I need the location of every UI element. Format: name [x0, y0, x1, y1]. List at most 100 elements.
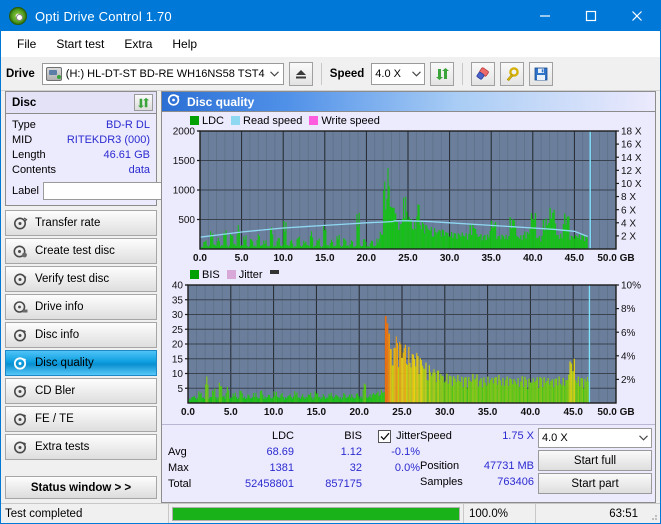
- svg-text:0.0: 0.0: [193, 253, 207, 264]
- svg-text:45.0: 45.0: [563, 407, 583, 418]
- status-window-button[interactable]: Status window > >: [5, 476, 157, 499]
- sidebar-item-create-test-disc[interactable]: Create test disc: [5, 238, 157, 264]
- maximize-button[interactable]: [568, 1, 614, 31]
- svg-text:8 X: 8 X: [621, 192, 636, 203]
- svg-text:50.0 GB: 50.0 GB: [597, 253, 634, 264]
- svg-text:40.0: 40.0: [523, 253, 543, 264]
- legend-swatch-bis: [190, 270, 199, 279]
- stats-max-ldc: 1381: [269, 462, 294, 474]
- test-speed-select[interactable]: 4.0 X: [538, 428, 652, 448]
- sidebar-item-extra-tests[interactable]: Extra tests: [5, 434, 157, 460]
- svg-text:4 X: 4 X: [621, 218, 636, 229]
- refresh-drive-button[interactable]: [430, 61, 455, 86]
- legend-label: Read speed: [243, 114, 303, 127]
- test-speed-value: 4.0 X: [542, 432, 568, 444]
- disc-row-contents: Contents data: [12, 163, 150, 178]
- disc-quality-icon: [167, 93, 181, 110]
- start-part-button[interactable]: Start part: [538, 473, 652, 494]
- svg-text:30.0: 30.0: [440, 253, 460, 264]
- svg-text:35: 35: [172, 295, 184, 306]
- svg-text:16 X: 16 X: [621, 140, 642, 151]
- resize-grip[interactable]: [646, 504, 660, 523]
- save-button[interactable]: [529, 61, 554, 86]
- speed-select-value: 4.0 X: [375, 67, 401, 80]
- stats-avg-bis: 1.12: [340, 446, 362, 458]
- disc-refresh-button[interactable]: [134, 94, 153, 111]
- svg-text:10 X: 10 X: [621, 179, 642, 190]
- elapsed-time: 63:51: [609, 507, 638, 520]
- sidebar-item-label: Transfer rate: [35, 217, 101, 229]
- stats-table: LDC BIS Jitter Avg 68.69 1.12 -0.1% Max …: [168, 428, 420, 494]
- disc-quality-header: Disc quality: [162, 92, 655, 112]
- svg-text:500: 500: [178, 215, 195, 226]
- sidebar-item-cd-bler[interactable]: CD Bler: [5, 378, 157, 404]
- stats-row-name: Avg: [168, 446, 187, 458]
- stats-row-name: Total: [168, 478, 192, 490]
- fe-te-icon: [13, 412, 28, 427]
- sidebar-item-disc-info[interactable]: Disc info: [5, 322, 157, 348]
- toolbar-divider-1: [320, 62, 322, 85]
- svg-text:20.0: 20.0: [349, 407, 369, 418]
- erase-button[interactable]: [471, 61, 496, 86]
- svg-text:25.0: 25.0: [398, 253, 418, 264]
- legend-label: Write speed: [321, 114, 380, 127]
- svg-text:6 X: 6 X: [621, 205, 636, 216]
- disc-label-key: Label: [12, 184, 39, 197]
- legend-swatch-jitter: [226, 270, 236, 279]
- svg-text:40: 40: [172, 281, 184, 292]
- sidebar-item-disc-quality[interactable]: Disc quality: [5, 350, 157, 376]
- minimize-button[interactable]: [522, 1, 568, 31]
- stats-speed-row: Speed 1.75 X: [420, 428, 538, 444]
- disc-info-rows: Type BD-R DL MID RITEKDR3 (000) Length 4…: [6, 114, 246, 205]
- disc-row-mid-value: RITEKDR3 (000): [66, 134, 150, 146]
- svg-text:25: 25: [172, 325, 184, 336]
- svg-text:25.0: 25.0: [392, 407, 412, 418]
- svg-text:5.0: 5.0: [224, 407, 238, 418]
- eject-button[interactable]: [288, 61, 313, 86]
- jitter-toggle[interactable]: Jitter: [362, 428, 420, 444]
- menu-item-file[interactable]: File: [7, 33, 46, 55]
- settings-button[interactable]: [500, 61, 525, 86]
- main-body: Disc Type BD-R DL MID RITEKDR3 (000) Len…: [1, 91, 660, 503]
- app-icon: [9, 7, 27, 25]
- svg-text:8%: 8%: [621, 304, 636, 315]
- statistics-bar: LDC BIS Jitter Avg 68.69 1.12 -0.1% Max …: [162, 424, 655, 496]
- sidebar-item-verify-test-disc[interactable]: Verify test disc: [5, 266, 157, 292]
- sidebar-item-drive-info[interactable]: Drive info: [5, 294, 157, 320]
- sidebar-item-label: Verify test disc: [35, 273, 110, 285]
- stats-col-jitter-head: Jitter: [362, 428, 420, 444]
- svg-text:40.0: 40.0: [521, 407, 541, 418]
- svg-text:5: 5: [177, 384, 183, 395]
- stats-position-row: Position 47731 MB: [420, 458, 538, 474]
- stats-col-ldc: LDC: [271, 430, 294, 442]
- disc-panel-title: Disc: [12, 96, 37, 109]
- start-full-button[interactable]: Start full: [538, 450, 652, 471]
- menu-item-help[interactable]: Help: [162, 33, 207, 55]
- svg-text:12 X: 12 X: [621, 166, 642, 177]
- svg-text:20.0: 20.0: [357, 253, 377, 264]
- close-button[interactable]: [614, 1, 660, 31]
- legend-swatch-write-speed: [309, 116, 319, 125]
- stats-max-jitter: 0.0%: [394, 462, 420, 474]
- sidebar-item-transfer-rate[interactable]: Transfer rate: [5, 210, 157, 236]
- speed-select[interactable]: 4.0 X: [371, 62, 426, 85]
- menu-item-extra[interactable]: Extra: [114, 33, 162, 55]
- stats-total-bis: 857175: [325, 478, 362, 490]
- jitter-checkbox[interactable]: [378, 429, 392, 443]
- drive-toolbar: Drive (H:) HL-DT-ST BD-RE WH16NS58 TST4 …: [1, 57, 660, 91]
- stats-corner: [168, 428, 216, 444]
- stats-max-bis: 32: [349, 462, 362, 474]
- stats-position-key: Position: [420, 460, 460, 472]
- disc-quality-title: Disc quality: [187, 94, 255, 109]
- test-controls: 4.0 X Start full Start part: [538, 428, 655, 494]
- disc-info-icon: [13, 328, 28, 343]
- svg-text:10.0: 10.0: [273, 253, 293, 264]
- menu-item-start-test[interactable]: Start test: [46, 33, 114, 55]
- disc-row-length-value: 46.61 GB: [103, 149, 150, 161]
- stats-samples-key: Samples: [420, 476, 463, 488]
- stats-samples-value: 763406: [497, 476, 534, 488]
- legend-bis: BIS: [190, 269, 220, 281]
- stats-row-avg: Avg 68.69 1.12 -0.1%: [168, 444, 420, 460]
- drive-select[interactable]: (H:) HL-DT-ST BD-RE WH16NS58 TST4: [41, 62, 284, 85]
- sidebar-item-fe-te[interactable]: FE / TE: [5, 406, 157, 432]
